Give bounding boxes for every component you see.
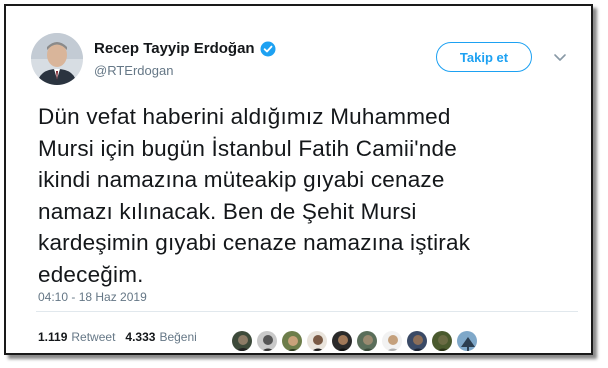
liker-avatar[interactable] [231,330,253,352]
tweet-card: Recep Tayyip Erdoğan @RTErdogan Takip et… [4,4,593,355]
like-stat[interactable]: 4.333 Beğeni [125,330,196,344]
tweet-text: Dün vefat haberini aldığımız Muhammed Mu… [38,101,578,290]
author-name-text[interactable]: Recep Tayyip Erdoğan [94,40,255,57]
follow-button[interactable]: Takip et [436,42,532,72]
author-name[interactable]: Recep Tayyip Erdoğan [94,40,276,57]
tweet-text-line: namazı kılınacak. Ben de Şehit Mursi [38,198,417,224]
author-avatar[interactable] [31,33,83,85]
liker-avatar[interactable] [406,330,428,352]
liker-avatar[interactable] [281,330,303,352]
tweet-text-line: Dün vefat haberini aldığımız Muhammed [38,104,451,129]
tweet-text-line: Mursi için bugün İstanbul Fatih Camii'nd… [38,135,457,161]
liker-avatar[interactable] [456,330,478,352]
retweet-label: Retweet [71,330,116,344]
liker-avatar[interactable] [256,330,278,352]
tweet-stats: 1.119 Retweet 4.333 Beğeni [38,330,207,344]
divider [36,311,578,312]
liker-avatar[interactable] [306,330,328,352]
liker-avatar[interactable] [381,330,403,352]
liker-avatar[interactable] [331,330,353,352]
liker-avatar[interactable] [431,330,453,352]
tweet-text-line: kardeşimin gıyabi cenaze namazına iştira… [38,230,471,255]
retweet-stat[interactable]: 1.119 Retweet [38,330,115,344]
tweet-text-line: edeceğim. [38,261,144,287]
like-label: Beğeni [159,330,197,344]
liker-avatar[interactable] [356,330,378,352]
retweet-count: 1.119 [38,330,68,344]
author-handle[interactable]: @RTErdogan [94,63,173,78]
like-count: 4.333 [125,330,156,344]
verified-badge-icon [260,41,276,57]
chevron-down-icon[interactable] [551,48,569,66]
tweet-timestamp[interactable]: 04:10 - 18 Haz 2019 [38,290,147,304]
liker-avatars [231,330,481,352]
tweet-text-line: ikindi namazına müteakip gıyabi cenaze [38,167,445,192]
